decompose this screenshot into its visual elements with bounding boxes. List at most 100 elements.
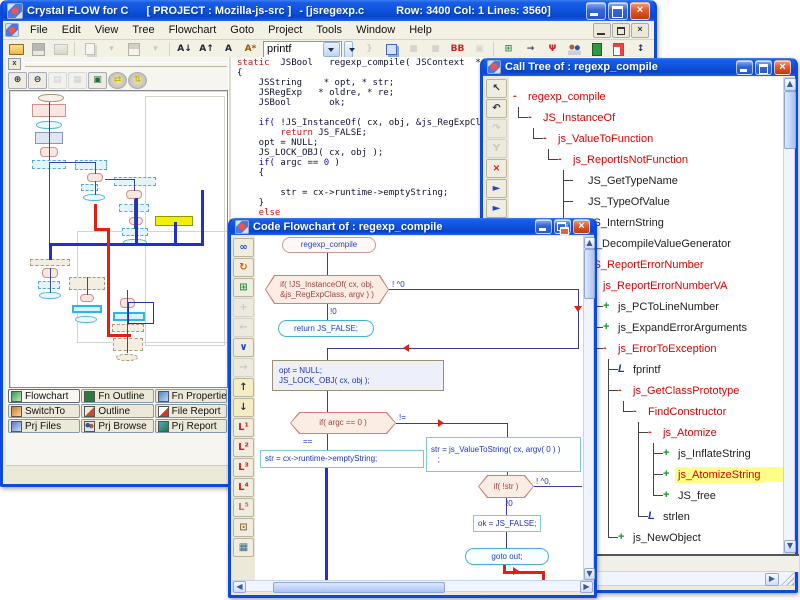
tab-prj-browse[interactable]: Prj Browse	[81, 419, 153, 433]
flow-node-opt-null[interactable]: opt = NULL;JS_LOCK_OBJ( cx, obj );	[272, 360, 444, 391]
toolbar-button-find[interactable]: ∞	[233, 238, 254, 257]
calltree-item[interactable]: -js_ValueToFunction	[509, 128, 783, 149]
tree-bullet-icon[interactable]: -	[543, 128, 555, 149]
tab-switchto[interactable]: SwitchTo	[8, 404, 80, 418]
toolbar-button-find-prev[interactable]: A↑	[196, 40, 217, 58]
tree-bullet-icon[interactable]: +	[663, 443, 675, 464]
tree-bullet-icon[interactable]: -	[618, 380, 630, 401]
flow-node-goto-out[interactable]: goto out;	[465, 548, 549, 565]
calltree-minimize-button[interactable]	[736, 60, 753, 75]
minimize-button[interactable]	[586, 2, 606, 20]
calltree-item[interactable]: -JS_InstanceOf	[509, 107, 783, 128]
toolbar-button-up[interactable]: ↑	[233, 378, 254, 397]
toolbar-button-block[interactable]	[586, 40, 607, 58]
toolbar-button-select[interactable]: ►	[486, 179, 507, 198]
flow-node-cond-instanceof[interactable]: if( !JS_InstanceOf( cx, obj,&js_RegExpCl…	[265, 275, 389, 304]
menu-tools[interactable]: Tools	[309, 23, 349, 37]
toolbar-button-fit-height[interactable]: ⇅	[128, 72, 147, 89]
calltree-item[interactable]: JS_GetTypeName	[509, 170, 783, 191]
search-history-button[interactable]	[344, 41, 353, 58]
mdi-restore-button[interactable]	[612, 23, 630, 38]
tree-bullet-icon[interactable]: -	[528, 107, 540, 128]
tab-outline[interactable]: Outline	[81, 404, 153, 418]
scroll-down-button[interactable]: ▼	[784, 540, 796, 553]
toolbar-button-flowchart[interactable]: ⊞	[233, 278, 254, 297]
tree-bullet-icon[interactable]: -	[633, 401, 645, 422]
toolbar-button-browse[interactable]	[564, 40, 585, 58]
flow-node-start[interactable]: regexp_compile	[282, 237, 376, 253]
flowchart-minimize-button[interactable]	[535, 219, 552, 234]
toolbar-button-find-next[interactable]: A↓	[174, 40, 195, 58]
scroll-up-button[interactable]: ▲	[784, 78, 796, 91]
toolbar-button-undo[interactable]: ↶	[486, 99, 507, 118]
toolbar-button-refresh[interactable]: ↻	[233, 258, 254, 277]
tab-fn-outline[interactable]: Fn Outline	[81, 389, 153, 403]
toolbar-button-sort[interactable]: ↕	[630, 40, 651, 58]
panel-close-button[interactable]: x	[8, 58, 21, 70]
toolbar-button-collapse[interactable]: ∨	[233, 338, 254, 357]
flowchart-restore-button[interactable]	[554, 219, 571, 234]
tab-file-report[interactable]: File Report	[155, 404, 227, 418]
menu-flowchart[interactable]: Flowchart	[162, 23, 224, 37]
tree-bullet-icon[interactable]: -	[603, 338, 615, 359]
tree-bullet-icon[interactable]: +	[603, 296, 615, 317]
scroll-thumb[interactable]	[584, 249, 595, 299]
tab-prj-report[interactable]: Prj Report	[155, 419, 227, 433]
toolbar-button-go-parent[interactable]: ↖	[486, 79, 507, 98]
toolbar-button-find-in-files[interactable]: A*	[240, 40, 261, 58]
toolbar-button-level-1[interactable]: L¹	[233, 418, 254, 437]
scroll-left-button[interactable]: ◀	[233, 581, 246, 593]
overview-canvas[interactable]	[9, 90, 228, 388]
menu-tree[interactable]: Tree	[125, 23, 161, 37]
main-titlebar[interactable]: Crystal FLOW for C [ PROJECT : Mozilla-j…	[3, 0, 654, 21]
toolbar-button-open[interactable]	[6, 40, 27, 58]
tab-flowchart[interactable]: Flowchart	[8, 389, 80, 403]
scroll-right-button[interactable]: ▶	[765, 573, 779, 586]
menu-file[interactable]: File	[23, 23, 55, 37]
toolbar-button-call-graph[interactable]: →	[520, 40, 541, 58]
toolbar-button-capture[interactable]: ▣	[88, 72, 107, 89]
tree-bullet-icon[interactable]: +	[603, 317, 615, 338]
flow-node-str-valuetostring[interactable]: str = js_ValueToString( cx, argv( 0 ) ) …	[426, 437, 581, 472]
toolbar-button-fit-width[interactable]: ⇄	[108, 72, 127, 89]
toolbar-button-delete[interactable]: ×	[486, 159, 507, 178]
calltree-vscrollbar[interactable]: ▲ ▼	[783, 77, 795, 554]
flowchart-vscrollbar[interactable]: ▲ ▼	[583, 236, 594, 581]
toolbar-button-call-tree[interactable]: Ψ	[542, 40, 563, 58]
toolbar-button-find[interactable]: A	[218, 40, 239, 58]
tab-prj-files[interactable]: Prj Files	[8, 419, 80, 433]
flow-node-ok-false[interactable]: ok = JS_FALSE;	[473, 515, 541, 532]
tab-fn-properties[interactable]: Fn Properties	[155, 389, 227, 403]
toolbar-button-down[interactable]: ↓	[233, 398, 254, 417]
tree-bullet-icon[interactable]: -	[558, 149, 570, 170]
search-input[interactable]: printf	[264, 43, 323, 55]
menu-help[interactable]: Help	[402, 23, 439, 37]
calltree-item[interactable]: -regexp_compile	[509, 86, 783, 107]
menu-window[interactable]: Window	[349, 23, 402, 37]
calltree-item[interactable]: -js_ReportIsNotFunction	[509, 149, 783, 170]
combo-dropdown-button[interactable]	[323, 42, 340, 57]
toolbar-button-level-3[interactable]: L³	[233, 458, 254, 477]
panel-grip[interactable]	[25, 62, 227, 67]
mdi-minimize-button[interactable]	[593, 23, 611, 38]
flowchart-titlebar[interactable]: Code Flowchart of : regexp_compile ×	[231, 218, 594, 235]
scroll-thumb[interactable]	[784, 91, 796, 149]
calltree-item[interactable]: JS_TypeOfValue	[509, 191, 783, 212]
toolbar-button-goto-line[interactable]: ⊡	[233, 518, 254, 537]
toolbar-button-level-4[interactable]: L⁴	[233, 478, 254, 497]
flow-node-return-false[interactable]: return JS_FALSE;	[278, 320, 374, 337]
toolbar-button-zoom-out[interactable]: ⊖	[28, 72, 47, 89]
calltree-titlebar[interactable]: Call Tree of : regexp_compile ×	[483, 58, 795, 76]
flow-node-cond-str[interactable]: if( !str )	[478, 475, 534, 498]
toolbar-button-zoom-in[interactable]: ⊕	[8, 72, 27, 89]
menu-view[interactable]: View	[88, 23, 126, 37]
calltree-close-button[interactable]: ×	[774, 60, 791, 75]
tree-bullet-icon[interactable]: -	[513, 86, 525, 107]
flowchart-hscrollbar[interactable]: ◀ ▶	[232, 580, 594, 592]
toolbar-button-flowchart[interactable]: ⊞	[498, 40, 519, 58]
toolbar-button-compare[interactable]: BB	[447, 40, 468, 58]
menu-goto[interactable]: Goto	[223, 23, 261, 37]
flow-node-cond-argc[interactable]: if( argc == 0 )	[290, 412, 396, 434]
scroll-up-button[interactable]: ▲	[584, 237, 595, 249]
tree-bullet-icon[interactable]: -	[648, 422, 660, 443]
